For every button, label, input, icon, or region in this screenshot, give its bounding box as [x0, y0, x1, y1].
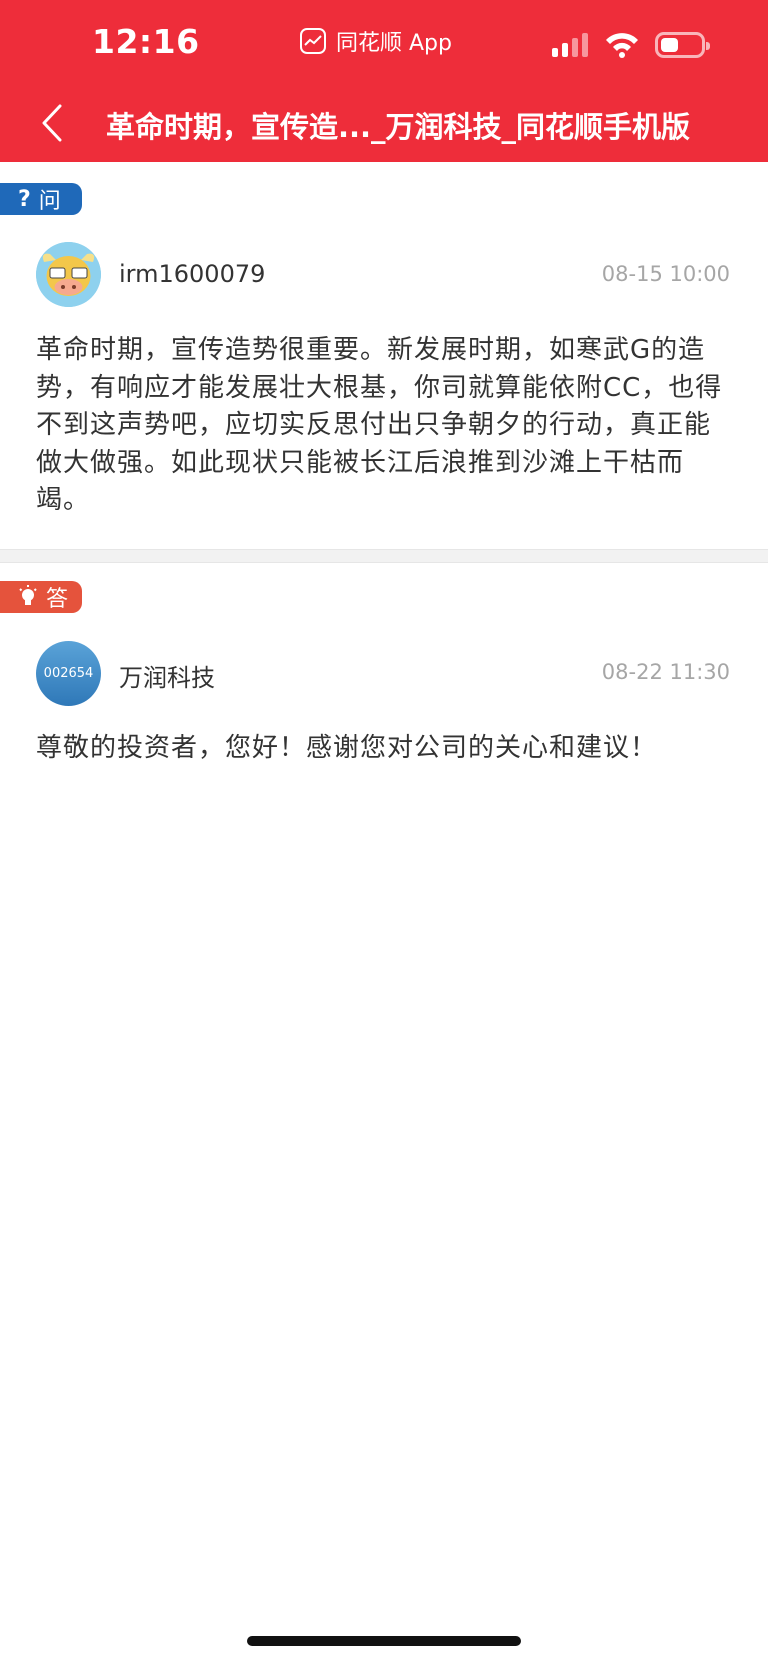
- question-content: 革命时期，宣传造势很重要。新发展时期，如寒武G的造势，有响应才能发展壮大根基，你…: [36, 335, 723, 515]
- question-badge-label: 问: [38, 189, 61, 214]
- question-timestamp: 08-15 10:00: [601, 262, 730, 286]
- answer-badge-label: 答: [46, 587, 69, 612]
- page-title: 革命时期，宣传造..._万润科技_同花顺手机版: [106, 110, 691, 144]
- chevron-left-icon: [42, 104, 62, 142]
- question-mark-icon: ?: [18, 186, 31, 212]
- status-bar: 12:16 同花顺 App: [0, 0, 768, 90]
- wifi-icon: [606, 33, 638, 58]
- question-badge: ? 问: [0, 183, 82, 215]
- app-logo-icon: [300, 28, 326, 54]
- home-indicator[interactable]: [247, 1636, 521, 1646]
- nav-bar: 革命时期，宣传造..._万润科技_同花顺手机版: [0, 90, 768, 162]
- company-avatar[interactable]: 002654: [36, 641, 101, 706]
- lightbulb-icon: [19, 585, 37, 605]
- avatar[interactable]: [36, 242, 101, 307]
- company-stock-code: 002654: [43, 666, 94, 681]
- app-indicator[interactable]: 同花顺 App: [300, 24, 452, 58]
- app-header: 12:16 同花顺 App 革命时期，宣传造..._万润科技_同花顺手机版: [0, 0, 768, 162]
- app-name: 同花顺 App: [336, 31, 452, 56]
- answer-content: 尊敬的投资者，您好！感谢您对公司的关心和建议！: [36, 733, 658, 763]
- signal-icon: [552, 33, 588, 57]
- answer-timestamp: 08-22 11:30: [601, 660, 730, 684]
- battery-level: [661, 38, 678, 52]
- section-divider: [0, 549, 768, 563]
- answer-badge: 答: [0, 581, 82, 613]
- status-time: 12:16: [92, 22, 200, 61]
- battery-icon: [655, 32, 710, 58]
- question-username[interactable]: irm1600079: [119, 260, 265, 288]
- cow-mascot-icon: [36, 242, 101, 307]
- back-button[interactable]: [30, 98, 74, 148]
- answer-username[interactable]: 万润科技: [119, 658, 215, 693]
